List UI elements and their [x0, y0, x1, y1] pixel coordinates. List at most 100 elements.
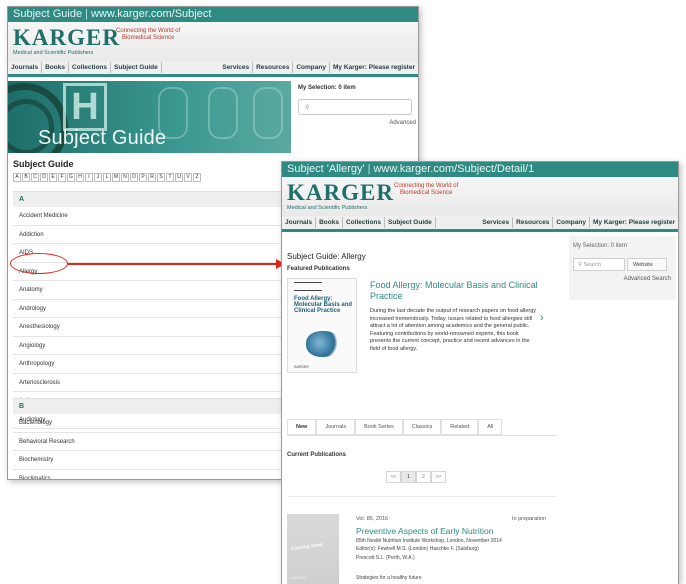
- nav-journals[interactable]: Journals: [8, 62, 43, 73]
- letter-n[interactable]: N: [121, 173, 129, 182]
- site-header: KARGER Medical and Scientific Publishers…: [8, 22, 418, 61]
- letter-l[interactable]: L: [103, 173, 111, 182]
- my-selection[interactable]: My Selection: 0 item: [569, 236, 676, 249]
- letter-m[interactable]: M: [112, 173, 120, 182]
- nav-resources[interactable]: Resources: [253, 62, 294, 73]
- letter-p[interactable]: P: [139, 173, 147, 182]
- subject-item[interactable]: Angiology: [13, 337, 283, 355]
- letter-g[interactable]: G: [67, 173, 75, 182]
- advanced-search-link[interactable]: Advanced Search: [569, 271, 676, 282]
- letter-v[interactable]: V: [184, 173, 192, 182]
- tabs-underline: [287, 435, 557, 436]
- nav-journals[interactable]: Journals: [282, 217, 317, 228]
- nav-subject-guide[interactable]: Subject Guide: [385, 217, 436, 228]
- alphabet-filter: A B C D E F G H I J L M N O P R S T U V …: [13, 173, 202, 182]
- search-placeholder: Search: [583, 262, 601, 268]
- subject-item[interactable]: Bioclimatics: [13, 470, 283, 480]
- section-header-a[interactable]: A: [13, 191, 289, 207]
- subject-item[interactable]: Behavioral Research: [13, 433, 283, 451]
- featured-book-cover[interactable]: Food Allergy: Molecular Basis and Clinic…: [287, 278, 357, 373]
- tagline-line2: Biomedical Science: [399, 190, 453, 196]
- letter-i[interactable]: I: [85, 173, 93, 182]
- subject-item[interactable]: Arteriosclerosis: [13, 374, 283, 392]
- search-input[interactable]: ⚲: [298, 99, 412, 115]
- subject-item[interactable]: Biochemistry: [13, 451, 283, 470]
- page-url: www.karger.com/Subject: [90, 8, 212, 20]
- tab-classics[interactable]: Classics: [402, 419, 442, 435]
- letter-d[interactable]: D: [40, 173, 48, 182]
- letter-t[interactable]: T: [166, 173, 174, 182]
- current-publications-label: Current Publications: [287, 452, 347, 458]
- letter-e[interactable]: E: [49, 173, 57, 182]
- karger-logo[interactable]: KARGER: [287, 181, 394, 204]
- cover-title: Food Allergy: Molecular Basis and Clinic…: [294, 296, 353, 314]
- tab-new[interactable]: New: [287, 419, 317, 435]
- subject-item[interactable]: Accident Medicine: [13, 207, 283, 226]
- featured-title-link[interactable]: Food Allergy: Molecular Basis and Clinic…: [370, 280, 550, 302]
- publication-volume: Vol. 85, 2016: [356, 516, 389, 522]
- nav-my-karger[interactable]: My Karger: Please register: [330, 62, 418, 73]
- nav-collections[interactable]: Collections: [343, 217, 386, 228]
- tab-all[interactable]: All: [478, 419, 503, 435]
- letter-z[interactable]: Z: [193, 173, 201, 182]
- tab-book-series[interactable]: Book Series: [355, 419, 403, 435]
- letter-r[interactable]: R: [148, 173, 156, 182]
- publication-cover[interactable]: Coming soon KARGER: [287, 514, 339, 584]
- nav-services[interactable]: Services: [479, 217, 514, 228]
- subject-item[interactable]: Andrology: [13, 300, 283, 318]
- letter-f[interactable]: F: [58, 173, 66, 182]
- subject-item[interactable]: Anthropology: [13, 355, 283, 374]
- page-title: Subject 'Allergy': [287, 163, 365, 175]
- pagination: << 1 2 >>: [386, 471, 446, 483]
- tagline-line1: Connecting the World of: [116, 28, 181, 34]
- subject-item[interactable]: Anesthesiology: [13, 318, 283, 337]
- nav-resources[interactable]: Resources: [513, 217, 554, 228]
- subject-item[interactable]: Addiction: [13, 226, 283, 244]
- page-2[interactable]: 2: [416, 471, 431, 483]
- publication-status: In preparation: [512, 516, 546, 522]
- page-1[interactable]: 1: [401, 471, 416, 483]
- letter-c[interactable]: C: [31, 173, 39, 182]
- letter-s[interactable]: S: [157, 173, 165, 182]
- letter-a[interactable]: A: [13, 173, 21, 182]
- tagline-line1: Connecting the World of: [394, 183, 459, 189]
- section-header-b[interactable]: B: [13, 398, 289, 414]
- publication-editors: Editor(s): Fewtrell M.S. (London) Haschk…: [356, 546, 479, 552]
- subject-guide-banner: H Subject Guide: [8, 81, 291, 153]
- page-url: www.karger.com/Subject/Detail/1: [373, 163, 535, 175]
- nav-my-karger[interactable]: My Karger: Please register: [590, 217, 678, 228]
- subject-item[interactable]: Bacteriology: [13, 414, 283, 433]
- letter-h[interactable]: H: [76, 173, 84, 182]
- nav-books[interactable]: Books: [42, 62, 69, 73]
- nav-services[interactable]: Services: [219, 62, 254, 73]
- letter-u[interactable]: U: [175, 173, 183, 182]
- chevron-right-icon[interactable]: ›: [540, 312, 544, 324]
- website-dropdown[interactable]: Website: [627, 258, 667, 271]
- main-nav: Journals Books Collections Subject Guide…: [282, 216, 678, 232]
- publication-editors-cont: Prescott S.L. (Perth, W.A.): [356, 555, 415, 561]
- letter-j[interactable]: J: [94, 173, 102, 182]
- subject-list-a: A Accident Medicine Addiction AIDS Aller…: [13, 191, 289, 429]
- nav-company[interactable]: Company: [553, 217, 590, 228]
- letter-o[interactable]: O: [130, 173, 138, 182]
- section-letter: B: [19, 403, 25, 410]
- publication-title-link[interactable]: Preventive Aspects of Early Nutrition: [356, 526, 493, 536]
- cover-publisher: KARGER: [294, 365, 309, 369]
- nav-subject-guide[interactable]: Subject Guide: [111, 62, 162, 73]
- nav-books[interactable]: Books: [316, 217, 343, 228]
- tab-related[interactable]: Related: [441, 419, 479, 435]
- advanced-link[interactable]: Advanced: [298, 115, 416, 126]
- search-icon: ⚲: [578, 262, 583, 268]
- nav-company[interactable]: Company: [293, 62, 330, 73]
- search-input[interactable]: ⚲ Search: [573, 258, 625, 271]
- karger-logo[interactable]: KARGER: [13, 26, 120, 49]
- page-first[interactable]: <<: [386, 471, 401, 483]
- tab-journals[interactable]: Journals: [316, 419, 356, 435]
- cover-publisher: KARGER: [291, 576, 306, 580]
- page-last[interactable]: >>: [431, 471, 446, 483]
- site-header: KARGER Medical and Scientific Publishers…: [282, 177, 678, 216]
- my-selection[interactable]: My Selection: 0 item: [298, 81, 416, 91]
- nav-collections[interactable]: Collections: [69, 62, 112, 73]
- subject-item[interactable]: Anatomy: [13, 281, 283, 300]
- letter-b[interactable]: B: [22, 173, 30, 182]
